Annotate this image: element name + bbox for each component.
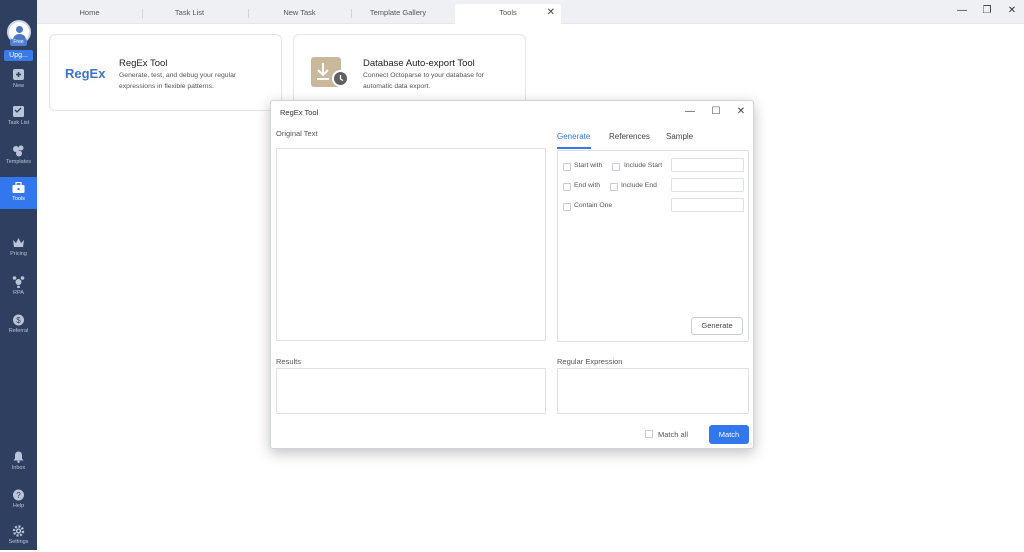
tab-tools-label: Tools <box>499 8 517 17</box>
card-title: Database Auto-export Tool <box>363 58 475 69</box>
svg-text:?: ? <box>16 491 21 500</box>
avatar-head-icon <box>16 26 23 33</box>
regex-label: Regular Expression <box>557 357 623 366</box>
bell-icon <box>13 451 24 463</box>
tab-task-list[interactable]: Task List <box>142 4 237 24</box>
sidebar-item-label: Tools <box>12 196 25 202</box>
dialog-maximize-button[interactable]: ☐ <box>709 105 723 119</box>
tab-generate[interactable]: Generate <box>557 132 590 141</box>
tab-sample[interactable]: Sample <box>666 132 693 141</box>
results-label: Results <box>276 357 302 366</box>
end-with-checkbox[interactable] <box>563 183 571 191</box>
tab-bar: Home Task List New Task Template Gallery… <box>37 0 1024 24</box>
include-end-label: Include End <box>621 182 657 189</box>
sidebar-item-label: Referral <box>8 328 29 334</box>
gear-icon <box>12 525 25 537</box>
original-text-label: Original Text <box>276 129 318 138</box>
end-with-input[interactable] <box>671 178 744 192</box>
results-output[interactable] <box>276 368 546 414</box>
tab-home[interactable]: Home <box>42 4 137 24</box>
include-end-checkbox[interactable] <box>610 183 618 191</box>
upgrade-button[interactable]: Upg... <box>4 50 33 61</box>
start-with-checkbox[interactable] <box>563 163 571 171</box>
dialog-title: RegEx Tool <box>280 108 319 117</box>
match-button[interactable]: Match <box>709 425 749 444</box>
free-badge: Free <box>10 39 27 46</box>
original-text-input[interactable] <box>276 148 546 341</box>
start-with-label: Start with <box>574 162 603 169</box>
match-all-checkbox[interactable] <box>645 430 653 438</box>
tab-references[interactable]: References <box>609 132 650 141</box>
sidebar-item-settings[interactable]: Settings <box>0 520 37 552</box>
tab-new-task[interactable]: New Task <box>248 4 351 24</box>
sidebar-item-templates[interactable]: Templates <box>0 140 37 172</box>
sidebar-item-label: Task List <box>7 120 30 126</box>
clock-icon <box>332 70 349 87</box>
svg-text:$: $ <box>16 316 21 325</box>
tab-template-gallery[interactable]: Template Gallery <box>351 4 445 24</box>
sidebar-item-new[interactable]: New <box>0 64 37 96</box>
start-with-input[interactable] <box>671 158 744 172</box>
match-all-label: Match all <box>658 430 689 439</box>
generate-button[interactable]: Generate <box>691 317 743 335</box>
dialog-minimize-button[interactable]: — <box>683 105 697 119</box>
sidebar-item-referral[interactable]: $ Referral <box>0 309 37 341</box>
sidebar: Free Upg... New Task List Templates Tool… <box>0 0 37 550</box>
templates-icon <box>13 145 24 157</box>
contain-one-label: Contain One <box>574 202 613 209</box>
sidebar-item-label: Inbox <box>11 465 26 471</box>
contain-one-input[interactable] <box>671 198 744 212</box>
tab-close-icon[interactable]: ✕ <box>547 4 555 22</box>
card-title: RegEx Tool <box>119 58 168 69</box>
plus-square-icon <box>13 69 24 80</box>
sidebar-item-inbox[interactable]: Inbox <box>0 446 37 478</box>
tab-tools[interactable]: Tools ✕ <box>455 4 561 24</box>
crown-icon <box>13 238 24 247</box>
sidebar-item-label: New <box>12 83 24 89</box>
dollar-icon: $ <box>13 314 24 326</box>
card-description: Generate, test, and debug your regular e… <box>119 72 237 90</box>
regex-logo: RegEx <box>65 66 106 81</box>
window-minimize-button[interactable]: — <box>955 4 969 18</box>
include-start-label: Include Start <box>624 162 663 169</box>
active-tab-indicator <box>557 147 591 149</box>
sidebar-item-task-list[interactable]: Task List <box>0 101 37 133</box>
sidebar-item-pricing[interactable]: Pricing <box>0 232 37 264</box>
contain-one-checkbox[interactable] <box>563 203 571 211</box>
end-with-label: End with <box>574 182 601 189</box>
include-start-checkbox[interactable] <box>612 163 620 171</box>
dialog-close-button[interactable]: ✕ <box>734 105 748 119</box>
sidebar-item-rpa[interactable]: RPA <box>0 271 37 303</box>
sidebar-item-label: Settings <box>8 539 29 545</box>
toolbox-icon <box>12 182 25 193</box>
list-icon <box>13 106 24 117</box>
sidebar-item-tools[interactable]: Tools <box>0 177 37 209</box>
regex-input[interactable] <box>557 368 749 414</box>
regex-tool-dialog: RegEx Tool — ☐ ✕ Original Text Generate … <box>270 100 754 449</box>
help-icon: ? <box>13 489 24 501</box>
generate-panel: Start with Include Start End with Includ… <box>557 150 749 342</box>
window-close-button[interactable]: ✕ <box>1005 4 1019 18</box>
sidebar-item-label: Pricing <box>10 251 27 257</box>
rpa-icon <box>12 276 25 288</box>
regex-tool-card[interactable]: RegEx RegEx Tool Generate, test, and deb… <box>49 34 282 111</box>
card-description: Connect Octoparse to your database for a… <box>363 72 484 90</box>
sidebar-item-help[interactable]: ? Help <box>0 484 37 516</box>
window-restore-button[interactable]: ❐ <box>980 4 994 18</box>
sidebar-item-label: RPA <box>13 290 24 296</box>
sidebar-item-label: Help <box>12 503 25 509</box>
sidebar-item-label: Templates <box>5 159 32 165</box>
